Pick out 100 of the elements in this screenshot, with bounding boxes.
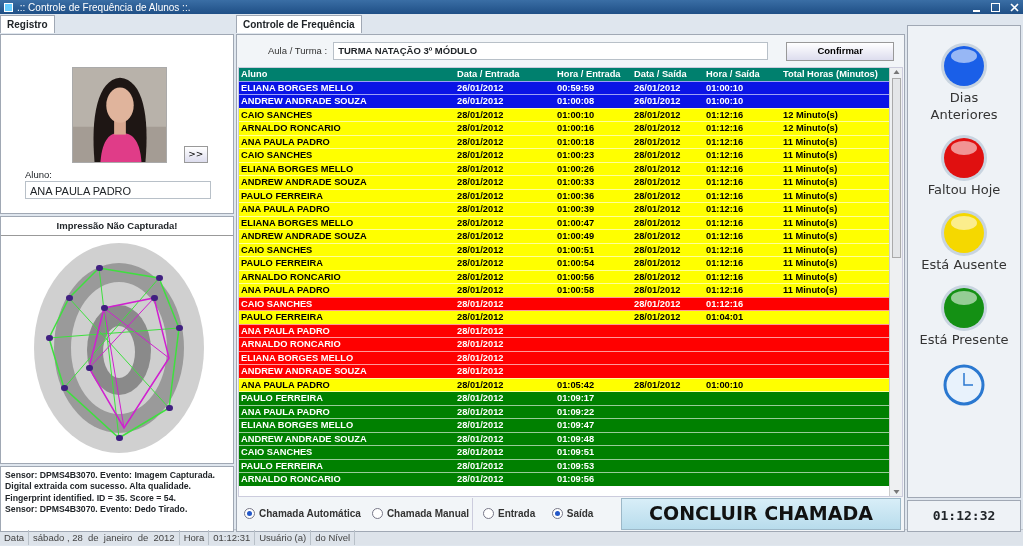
table-cell: 01:00:39 [557,204,595,215]
table-cell: 01:00:10 [557,109,595,120]
table-cell: PAULO FERREIRA [241,258,323,269]
table-cell: PAULO FERREIRA [241,460,323,471]
table-cell: 28/01/2012 [457,204,504,215]
table-cell: ELIANA BORGES MELLO [241,352,354,363]
status-orb-icon [940,42,988,90]
table-cell: 12 Minuto(s) [783,109,838,120]
column-header[interactable]: Data / Saída [632,67,704,81]
fingerprint-status: Impressão Não Capturada! [1,216,233,236]
next-button[interactable]: >> [183,145,208,163]
table-cell: 28/01/2012 [457,406,504,417]
table-cell: 28/01/2012 [457,271,504,282]
table-cell: PAULO FERREIRA [241,393,323,404]
column-header[interactable]: Data / Entrada [455,67,555,81]
table-cell: ELIANA BORGES MELLO [241,82,354,93]
table-cell: 12 Minuto(s) [783,123,838,134]
table-cell: 11 Minuto(s) [783,244,838,255]
student-label: Aluno: [25,168,53,181]
table-cell: ELIANA BORGES MELLO [241,420,354,431]
table-cell: 01:09:17 [557,393,595,404]
tab[interactable]: Controle de Frequência [236,15,362,33]
table-cell: 28/01/2012 [457,393,504,404]
table-cell: 01:00:08 [557,96,595,107]
column-header[interactable]: Hora / Saída [704,67,781,81]
status-field: 01:12:31 [209,530,256,545]
table-cell: 01:09:56 [557,474,595,485]
table-cell: ANA PAULA PADRO [241,379,330,390]
table-cell: 01:12:16 [706,136,744,147]
table-cell: ANA PAULA PADRO [241,325,330,336]
table-cell: 28/01/2012 [457,177,504,188]
table-cell: 28/01/2012 [457,312,504,323]
table-cell: ANDREW ANDRADE SOUZA [241,96,367,107]
table-cell: 28/01/2012 [457,285,504,296]
table-cell: 01:05:42 [557,379,595,390]
scroll-up-icon[interactable] [892,67,900,76]
table-cell: 28/01/2012 [634,109,681,120]
table-cell: 01:00:47 [557,217,595,228]
table-cell: 28/01/2012 [457,352,504,363]
table-cell: 01:00:58 [557,285,595,296]
tab[interactable]: Registro [0,15,55,33]
close-icon[interactable] [1010,2,1019,12]
column-header[interactable]: Hora / Entrada [555,67,632,81]
table-cell: ARNALDO RONCARIO [241,339,341,350]
table-cell: 01:12:16 [706,231,744,242]
clock-icon [943,364,985,407]
table-cell: 28/01/2012 [457,217,504,228]
column-header[interactable]: Aluno [239,67,455,81]
confirm-button[interactable]: Confirmar [786,41,895,61]
table-cell: 01:12:16 [706,217,744,228]
table-cell: 28/01/2012 [634,190,681,201]
table-cell: 28/01/2012 [457,231,504,242]
status-field: Data [0,530,30,545]
table-cell: 28/01/2012 [634,271,681,282]
scrollbar-thumb[interactable] [891,77,901,258]
table-cell: 11 Minuto(s) [783,177,838,188]
table-cell: 01:12:16 [706,123,744,134]
table-cell: 01:00:51 [557,244,595,255]
direction-radio[interactable]: Saída [551,506,594,521]
table-cell: CAIO SANCHES [241,109,313,120]
table-cell: 28/01/2012 [457,433,504,444]
table-cell: 01:12:16 [706,271,744,282]
table-cell: ARNALDO RONCARIO [241,271,341,282]
table-cell: 28/01/2012 [634,150,681,161]
finish-button[interactable]: CONCLUIR CHAMADA [621,497,901,530]
column-header[interactable]: Total Horas (Minutos) [781,67,889,81]
table-cell: 28/01/2012 [457,366,504,377]
table-cell: 01:00:18 [557,136,595,147]
legend-label: Dias Anteriores [929,90,999,124]
table-cell: 28/01/2012 [457,163,504,174]
class-field[interactable]: TURMA NATAÇÃO 3º MÓDULO [333,42,769,60]
table-cell: 01:00:36 [557,190,595,201]
table-cell: 26/01/2012 [634,82,681,93]
table-cell: 01:12:16 [706,285,744,296]
legend-label: Faltou Hoje [927,181,1001,199]
table-cell: 11 Minuto(s) [783,204,838,215]
table-cell: 26/01/2012 [457,96,504,107]
table-cell: 28/01/2012 [634,123,681,134]
table-cell: 01:12:16 [706,163,744,174]
direction-radio[interactable]: Entrada [483,506,536,521]
status-orb-icon [940,283,988,332]
app-icon [4,2,13,12]
maximize-icon[interactable] [991,2,1000,12]
call-mode-radio[interactable]: Chamada Manual [371,506,470,521]
table-cell: 01:00:10 [706,379,744,390]
student-field[interactable]: ANA PAULA PADRO [25,180,211,199]
table-cell: 01:09:22 [557,406,595,417]
table-cell: CAIO SANCHES [241,447,313,458]
table-cell: 11 Minuto(s) [783,150,838,161]
table-cell: 01:00:56 [557,271,595,282]
table-cell: ANDREW ANDRADE SOUZA [241,231,367,242]
scroll-down-icon[interactable] [892,487,900,496]
table-cell: 28/01/2012 [457,258,504,269]
table-cell: 11 Minuto(s) [783,258,838,269]
table-cell: 01:09:47 [557,420,595,431]
table-cell: 28/01/2012 [457,460,504,471]
table-cell: CAIO SANCHES [241,244,313,255]
table-cell: 28/01/2012 [457,325,504,336]
call-mode-radio[interactable]: Chamada Automática [244,506,361,521]
table-cell: 28/01/2012 [634,217,681,228]
